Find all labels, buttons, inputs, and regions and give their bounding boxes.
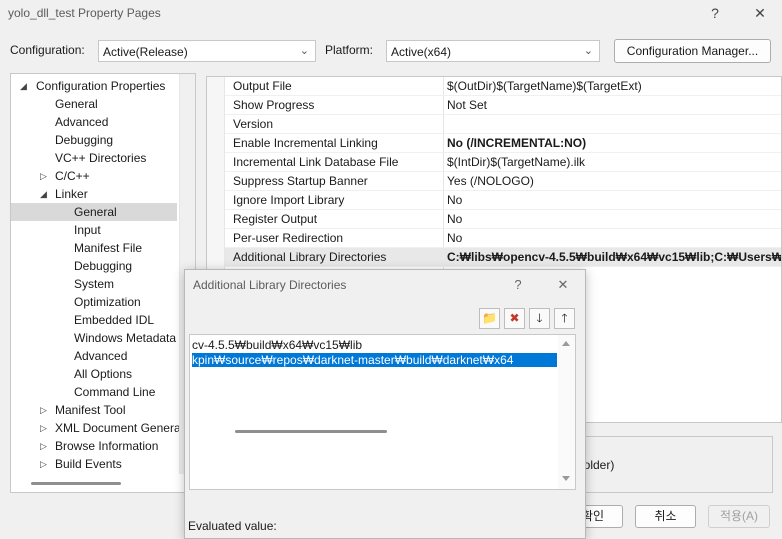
list-vertical-scrollbar[interactable] xyxy=(558,335,575,489)
property-row-ignore-import-library[interactable]: Ignore Import Library No xyxy=(225,191,781,210)
platform-value: Active(x64) xyxy=(391,45,452,59)
property-row-per-user-redirection[interactable]: Per-user Redirection No xyxy=(225,229,781,248)
list-horizontal-scrollbar[interactable] xyxy=(235,430,387,433)
platform-label: Platform: xyxy=(325,43,374,57)
tree-item-debugging[interactable]: Debugging xyxy=(11,131,179,149)
delete-icon[interactable]: ✖ xyxy=(504,308,525,329)
new-folder-icon[interactable]: 📁 xyxy=(479,308,500,329)
tree-item-general[interactable]: General xyxy=(11,95,179,113)
apply-button[interactable]: 적용(A) xyxy=(708,505,770,528)
tree-item-command-line[interactable]: Command Line xyxy=(11,383,179,401)
move-down-icon[interactable]: 🡓 xyxy=(529,308,550,329)
tree-item-system[interactable]: System xyxy=(11,275,179,293)
property-row-version[interactable]: Version xyxy=(225,115,781,134)
tree-item-c-cpp[interactable]: ▷ C/C++ xyxy=(11,167,179,185)
close-button[interactable]: ✕ xyxy=(748,2,772,24)
configuration-label: Configuration: xyxy=(10,43,85,57)
move-up-icon[interactable]: 🡑 xyxy=(554,308,575,329)
tree-item-windows-metadata[interactable]: Windows Metadata xyxy=(11,329,179,347)
property-row-output-file[interactable]: Output File $(OutDir)$(TargetName)$(Targ… xyxy=(225,77,781,96)
expand-icon[interactable]: ▷ xyxy=(40,455,47,473)
expand-icon[interactable]: ▷ xyxy=(40,419,47,437)
tree-item-browse-information[interactable]: ▷ Browse Information xyxy=(11,437,179,455)
category-tree[interactable]: ◢ Configuration Properties General Advan… xyxy=(10,73,196,493)
collapse-icon[interactable]: ◢ xyxy=(40,185,47,203)
tree-item-linker-input[interactable]: Input xyxy=(11,221,179,239)
property-row-additional-library-directories[interactable]: Additional Library Directories C:₩libs₩o… xyxy=(225,248,781,267)
tree-item-linker[interactable]: ◢ Linker xyxy=(11,185,179,203)
list-item[interactable]: cv-4.5.5₩build₩x64₩vc15₩lib xyxy=(192,338,557,352)
tree-item-all-options[interactable]: All Options xyxy=(11,365,179,383)
dialog-help-button[interactable]: ? xyxy=(508,275,528,295)
scroll-arrows-icon xyxy=(562,341,570,481)
platform-dropdown[interactable]: Active(x64) ⌄ xyxy=(386,40,600,62)
expand-icon[interactable]: ▷ xyxy=(40,167,47,185)
additional-library-directories-dialog: Additional Library Directories ? ✕ 📁 ✖ 🡓… xyxy=(184,269,586,539)
evaluated-value-label: Evaluated value: xyxy=(188,519,277,533)
list-item-selected[interactable]: kpin₩source₩repos₩darknet-master₩build₩d… xyxy=(192,353,557,367)
collapse-icon[interactable]: ◢ xyxy=(20,77,27,95)
property-row-enable-incremental-linking[interactable]: Enable Incremental Linking No (/INCREMEN… xyxy=(225,134,781,153)
chevron-down-icon: ⌄ xyxy=(583,45,593,57)
tree-horizontal-scrollbar[interactable] xyxy=(31,482,121,485)
property-row-show-progress[interactable]: Show Progress Not Set xyxy=(225,96,781,115)
tree-item-manifest-file[interactable]: Manifest File xyxy=(11,239,179,257)
property-row-register-output[interactable]: Register Output No xyxy=(225,210,781,229)
window-title: yolo_dll_test Property Pages xyxy=(8,6,161,20)
tree-item-linker-debugging[interactable]: Debugging xyxy=(11,257,179,275)
property-row-incremental-link-database-file[interactable]: Incremental Link Database File $(IntDir)… xyxy=(225,153,781,172)
directory-list[interactable]: cv-4.5.5₩build₩x64₩vc15₩lib kpin₩source₩… xyxy=(189,334,576,490)
help-button[interactable]: ? xyxy=(703,2,727,24)
expand-icon[interactable]: ▷ xyxy=(40,401,47,419)
dialog-title: Additional Library Directories xyxy=(193,278,347,292)
tree-item-advanced[interactable]: Advanced xyxy=(11,113,179,131)
tree-item-build-events[interactable]: ▷ Build Events xyxy=(11,455,179,473)
configuration-value: Active(Release) xyxy=(103,45,188,59)
tree-item-linker-general[interactable]: General xyxy=(11,203,177,221)
chevron-down-icon: ⌄ xyxy=(299,45,309,57)
tree-item-configuration-properties[interactable]: ◢ Configuration Properties xyxy=(11,77,179,95)
tree-item-linker-advanced[interactable]: Advanced xyxy=(11,347,179,365)
tree-item-manifest-tool[interactable]: ▷ Manifest Tool xyxy=(11,401,179,419)
expand-icon[interactable]: ▷ xyxy=(40,437,47,455)
configuration-dropdown[interactable]: Active(Release) ⌄ xyxy=(98,40,316,62)
property-row-suppress-startup-banner[interactable]: Suppress Startup Banner Yes (/NOLOGO) xyxy=(225,172,781,191)
cancel-button[interactable]: 취소 xyxy=(635,505,696,528)
configuration-manager-button[interactable]: Configuration Manager... xyxy=(614,39,771,63)
tree-item-vc-directories[interactable]: VC++ Directories xyxy=(11,149,179,167)
tree-item-embedded-idl[interactable]: Embedded IDL xyxy=(11,311,179,329)
tree-item-xml-document-generator[interactable]: ▷ XML Document Generator xyxy=(11,419,195,437)
tree-item-optimization[interactable]: Optimization xyxy=(11,293,179,311)
dialog-close-button[interactable]: ✕ xyxy=(553,275,573,295)
